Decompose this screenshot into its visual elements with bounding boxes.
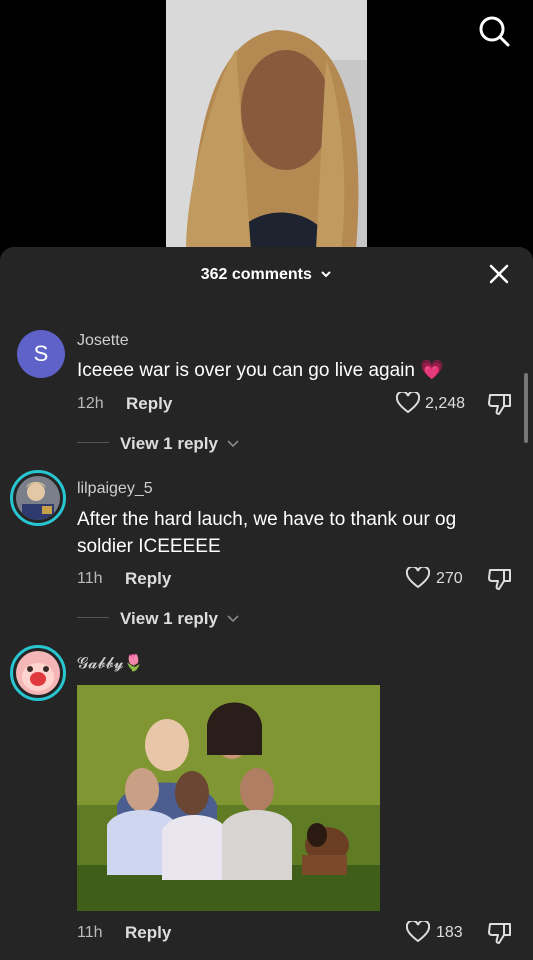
scrollbar[interactable] [524,373,528,443]
comment-text: Iceeee war is over you can go live again… [77,360,444,381]
chevron-down-icon [227,440,239,448]
video-preview[interactable] [166,0,367,250]
comment-username[interactable]: Josette [77,332,129,350]
reply-button[interactable]: Reply [125,569,171,589]
search-button[interactable] [477,14,511,48]
avatar-image [16,476,60,520]
dislike-icon[interactable] [487,391,513,417]
reply-button[interactable]: Reply [126,394,172,414]
heart-icon[interactable] [406,921,430,943]
close-button[interactable] [489,264,509,284]
comment-time: 12h [77,395,104,412]
reply-button[interactable]: Reply [125,923,171,943]
avatar[interactable] [10,645,66,701]
avatar-image [16,651,60,695]
chevron-down-icon [321,271,332,278]
comments-sheet: 362 comments S Josette Iceeee war is ove… [0,247,533,960]
comment-time: 11h [77,924,103,941]
comment-username[interactable]: lilpaigey_5 [77,480,153,498]
dislike-icon[interactable] [487,566,513,592]
heart-icon[interactable] [396,392,420,414]
heart-icon[interactable] [406,567,430,589]
avatar[interactable]: S [17,330,65,378]
divider [77,442,109,443]
dislike-icon[interactable] [487,920,513,946]
search-icon [479,16,510,47]
comment-username[interactable]: 𝓖𝓪𝓫𝓫𝔂🌷 [77,653,144,673]
chevron-down-icon [227,615,239,623]
comment-time: 11h [77,570,103,587]
avatar[interactable] [10,470,66,526]
comment-count[interactable]: 362 comments [0,266,533,284]
comments-header: 362 comments [0,247,533,303]
like-count: 2,248 [425,395,466,412]
comment-image[interactable] [77,685,380,911]
close-icon [489,264,509,284]
like-count: 183 [436,924,463,941]
divider [77,617,109,618]
comment-text: After the hard lauch, we have to thank o… [77,509,457,557]
like-count: 270 [436,570,463,587]
